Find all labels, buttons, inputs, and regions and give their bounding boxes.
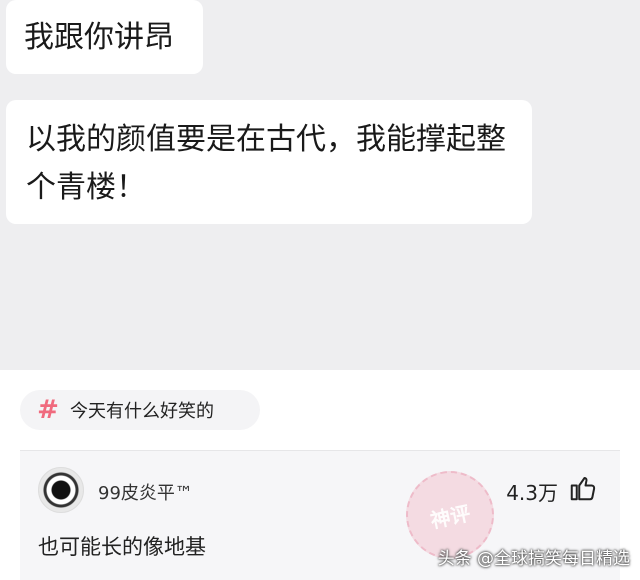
chat-area: 我跟你讲昂 以我的颜值要是在古代，我能撑起整个青楼！	[0, 0, 640, 370]
topic-label: 今天有什么好笑的	[70, 401, 214, 422]
topic-chip[interactable]: # 今天有什么好笑的	[20, 390, 260, 430]
topic-section: # 今天有什么好笑的 99皮炎平™ 神评 4.3万 也可能长的像地基 头条 @全…	[0, 370, 640, 580]
watermark: 头条 @全球搞笑每日精选	[437, 549, 630, 569]
message-text: 以我的颜值要是在古代，我能撑起整个青楼！	[26, 122, 506, 205]
hashtag-icon: #	[37, 395, 59, 425]
comment-username[interactable]: 99皮炎平™	[98, 479, 193, 505]
comment-text: 也可能长的像地基	[38, 535, 206, 559]
stamp-text: 神评	[428, 500, 473, 533]
message-text: 我跟你讲昂	[24, 20, 174, 55]
chat-bubble[interactable]: 以我的颜值要是在古代，我能撑起整个青楼！	[6, 100, 532, 224]
like-count: 4.3万	[506, 481, 558, 505]
chat-bubble[interactable]: 我跟你讲昂	[6, 0, 203, 74]
thumbs-up-icon[interactable]	[568, 473, 598, 503]
avatar[interactable]	[38, 467, 84, 513]
